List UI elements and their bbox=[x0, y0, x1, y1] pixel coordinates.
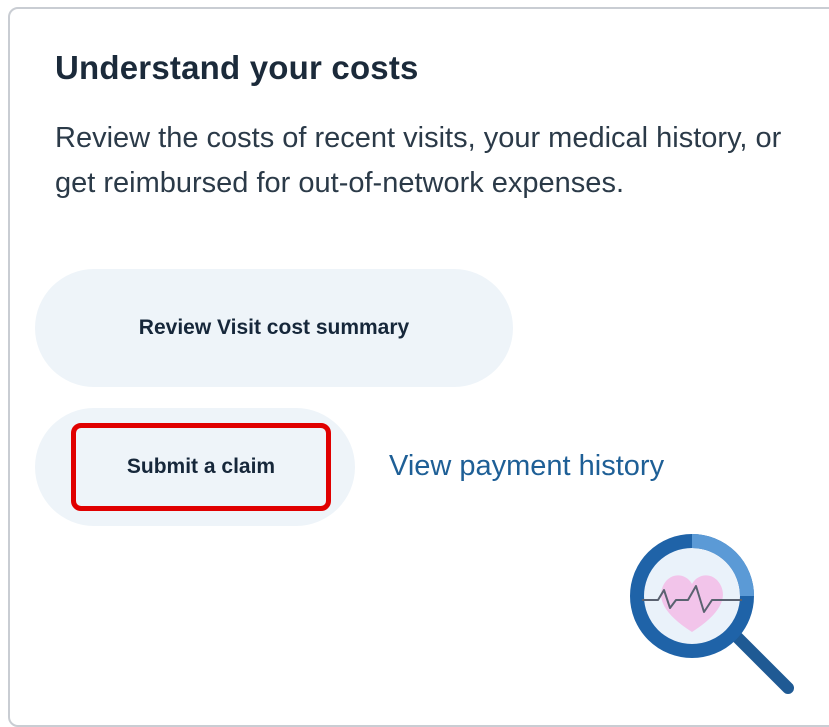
card-title: Understand your costs bbox=[55, 49, 419, 86]
card-description: Review the costs of recent visits, your … bbox=[55, 122, 782, 199]
submit-claim-button[interactable]: Submit a claim bbox=[71, 423, 331, 511]
submit-claim-label: Submit a claim bbox=[126, 455, 276, 478]
view-payment-history-link[interactable]: View payment history bbox=[389, 448, 664, 484]
review-visit-cost-summary-label: Review Visit cost summary bbox=[138, 316, 410, 339]
magnifier-heart-icon bbox=[624, 528, 799, 696]
review-visit-cost-summary-button[interactable]: Review Visit cost summary bbox=[35, 269, 513, 387]
